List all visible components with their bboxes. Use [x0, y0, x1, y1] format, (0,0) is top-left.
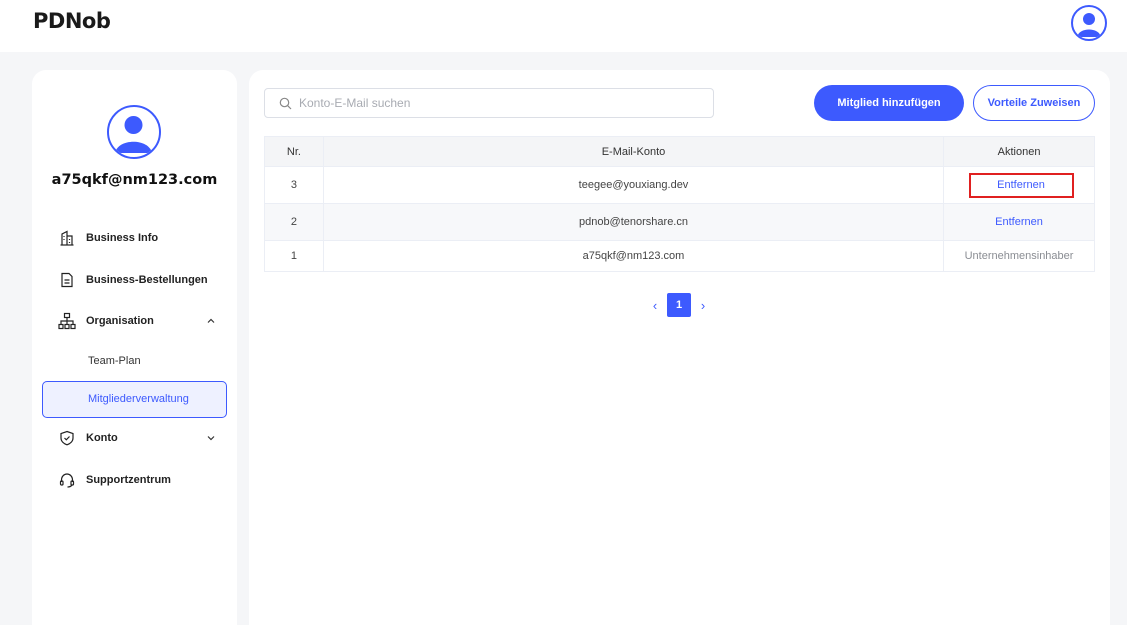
document-icon: [58, 271, 76, 289]
add-member-button[interactable]: Mitglied hinzufügen: [814, 85, 964, 121]
row-email: a75qkf@nm123.com: [322, 240, 945, 272]
prev-page-button[interactable]: ‹: [647, 293, 663, 317]
sidebar-item-konto[interactable]: Konto: [58, 427, 218, 449]
next-page-button[interactable]: ›: [695, 293, 711, 317]
column-header-email: E-Mail-Konto: [322, 136, 945, 167]
pagination: ‹ 1 ›: [647, 293, 711, 317]
sidebar-item-business-orders[interactable]: Business-Bestellungen: [58, 269, 218, 291]
row-email: pdnob@tenorshare.cn: [322, 203, 945, 241]
row-number: 3: [264, 166, 324, 204]
table-row: 1 a75qkf@nm123.com Unternehmensinhaber: [264, 240, 1095, 272]
table-row: 2 pdnob@tenorshare.cn Entfernen: [264, 203, 1095, 241]
column-header-nr: Nr.: [264, 136, 324, 167]
shield-icon: [58, 429, 76, 447]
row-number: 2: [264, 203, 324, 241]
search-input[interactable]: [299, 96, 699, 110]
headset-icon: [58, 471, 76, 489]
row-email: teegee@youxiang.dev: [322, 166, 945, 204]
search-icon: [279, 96, 293, 110]
sidebar-item-business-info[interactable]: Business Info: [58, 227, 218, 249]
org-chart-icon: [58, 312, 76, 330]
user-icon: [1077, 13, 1101, 37]
owner-label: Unternehmensinhaber: [964, 250, 1074, 262]
profile-avatar: [107, 105, 161, 159]
search-box[interactable]: [264, 88, 714, 118]
members-table: Nr. E-Mail-Konto Aktionen 3 teegee@youxi…: [264, 136, 1095, 272]
sidebar-item-organisation[interactable]: Organisation: [58, 310, 218, 332]
user-icon: [115, 116, 152, 153]
table-header-row: Nr. E-Mail-Konto Aktionen: [264, 136, 1095, 167]
table-row: 3 teegee@youxiang.dev Entfernen: [264, 166, 1095, 204]
app-logo[interactable]: PDNob: [33, 9, 111, 33]
sidebar-item-support[interactable]: Supportzentrum: [58, 469, 218, 491]
user-avatar-button[interactable]: [1071, 5, 1107, 41]
row-action-cell: Unternehmensinhaber: [943, 240, 1095, 272]
chevron-up-icon: [204, 314, 218, 328]
row-action-cell: Entfernen: [943, 203, 1095, 241]
sidebar: a75qkf@nm123.com Business Info Business-…: [32, 70, 237, 625]
top-bar: PDNob: [0, 0, 1127, 52]
remove-member-link[interactable]: Entfernen: [995, 216, 1043, 228]
sidebar-item-label: Supportzentrum: [86, 474, 171, 486]
page-button-current[interactable]: 1: [667, 293, 691, 317]
sidebar-subitem-member-management[interactable]: Mitgliederverwaltung: [42, 381, 227, 418]
chevron-down-icon: [204, 431, 218, 445]
column-header-actions: Aktionen: [943, 136, 1095, 167]
sidebar-item-label: Konto: [86, 432, 118, 444]
building-icon: [58, 229, 76, 247]
row-number: 1: [264, 240, 324, 272]
remove-member-link[interactable]: Entfernen: [968, 172, 1074, 198]
main-panel: Mitglied hinzufügen Vorteile Zuweisen Nr…: [249, 70, 1110, 625]
row-action-cell: Entfernen: [943, 166, 1095, 204]
assign-benefits-button[interactable]: Vorteile Zuweisen: [973, 85, 1095, 121]
sidebar-subitem-team-plan[interactable]: Team-Plan: [88, 355, 141, 367]
sidebar-item-label: Organisation: [86, 315, 154, 327]
sidebar-subitem-label: Mitgliederverwaltung: [88, 393, 189, 405]
profile-email: a75qkf@nm123.com: [51, 172, 218, 188]
sidebar-item-label: Business-Bestellungen: [86, 274, 208, 286]
sidebar-item-label: Business Info: [86, 232, 159, 244]
